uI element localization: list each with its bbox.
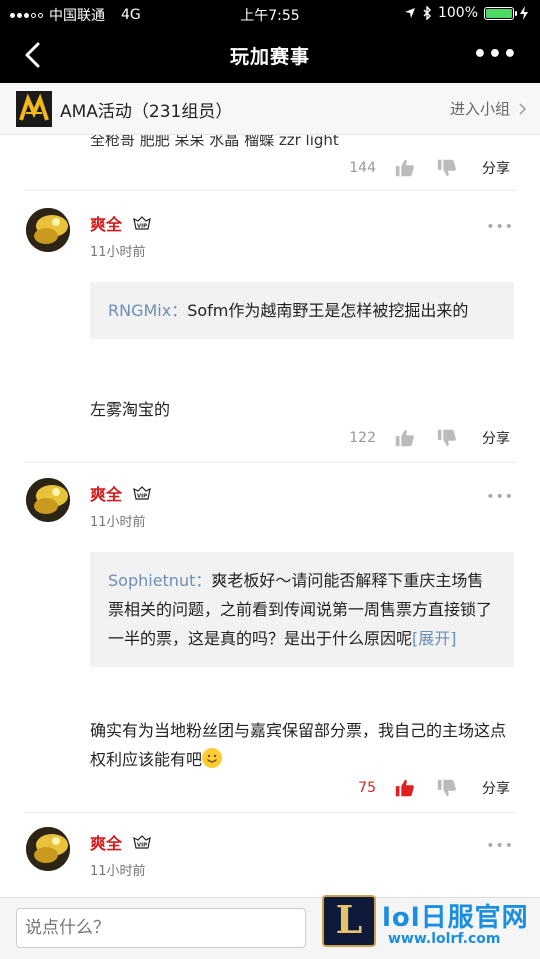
comment-more-icon[interactable]: ••• xyxy=(486,219,514,235)
chevron-right-icon xyxy=(519,102,526,115)
username[interactable]: 爽全 xyxy=(90,830,122,854)
join-group-label: 进入小组 xyxy=(449,100,510,118)
avatar[interactable] xyxy=(26,208,70,252)
watermark: L lol日服官网 www.lolrf.com xyxy=(322,893,540,959)
like-count: 122 xyxy=(349,430,376,446)
thumb-down-icon[interactable] xyxy=(436,157,458,179)
reply-text: 左雾淘宝的 xyxy=(90,400,171,419)
quote-text: Sofm作为越南野王是怎样被挖掘出来的 xyxy=(187,301,469,320)
watermark-title: lol日服官网 xyxy=(382,903,529,933)
battery-icon xyxy=(484,6,517,20)
thumb-down-icon[interactable] xyxy=(436,777,458,799)
action-row: 122 分享 xyxy=(340,425,510,451)
reply-text: 确实有为当地粉丝团与嘉宾保留部分票，我自己的主场这点权利应该能有吧 xyxy=(90,716,520,774)
battery-label: 100% xyxy=(437,5,478,21)
location-icon xyxy=(404,8,415,18)
comment-time: 11小时前 xyxy=(90,515,146,530)
reply-text-content: 确实有为当地粉丝团与嘉宾保留部分票，我自己的主场这点权利应该能有吧 xyxy=(90,721,507,769)
thumb-up-icon[interactable] xyxy=(394,157,416,179)
comment-item: 爽全 VIP ••• 11小时前 RNGMix：Sofm作为越南野王是怎样被挖掘… xyxy=(0,191,540,451)
charging-icon xyxy=(520,6,528,20)
watermark-url: www.lolrf.com xyxy=(388,931,501,947)
action-row: 144 分享 xyxy=(340,155,510,181)
avatar[interactable] xyxy=(26,827,70,871)
quote-username[interactable]: Sophietnut： xyxy=(108,571,211,590)
share-button[interactable]: 分享 xyxy=(482,778,510,798)
group-bar[interactable]: AMA活动（231组员） 进入小组 xyxy=(0,83,540,135)
expand-link[interactable]: [展开] xyxy=(412,629,457,648)
quoted-question: Sophietnut：爽老板好～请问能否解释下重庆主场售票相关的问题，之前看到传… xyxy=(90,552,514,667)
more-icon[interactable]: ••• xyxy=(473,42,518,67)
group-name: AMA活动（231组员） xyxy=(60,102,233,122)
status-bar: 中国联通 4G 上午7:55 100% xyxy=(0,0,540,28)
comment-item: 爽全 VIP ••• 11小时前 Sophietnut：爽老板好～请问能否解释下… xyxy=(0,463,540,803)
username[interactable]: 爽全 xyxy=(90,211,122,235)
avatar[interactable] xyxy=(26,478,70,522)
join-group-link[interactable]: 进入小组 xyxy=(450,98,526,119)
share-button[interactable]: 分享 xyxy=(482,428,510,448)
vip-label: VIP xyxy=(137,843,147,849)
nav-bar: 玩加赛事 ••• xyxy=(0,28,540,83)
thumb-down-icon[interactable] xyxy=(436,427,458,449)
quoted-question: RNGMix：Sofm作为越南野王是怎样被挖掘出来的 xyxy=(90,282,514,339)
vip-icon: VIP xyxy=(133,216,151,230)
group-logo-icon xyxy=(16,91,52,127)
share-button[interactable]: 分享 xyxy=(482,158,510,178)
comment-item: 爽全 VIP ••• 11小时前 xyxy=(0,813,540,897)
page-title: 玩加赛事 xyxy=(229,46,310,68)
vip-label: VIP xyxy=(137,224,147,230)
comment-feed[interactable]: 全枪哥 肥肥 呆呆 水晶 榴蝶 zzr light 144 分享 爽全 VIP … xyxy=(0,135,540,897)
comment-more-icon[interactable]: ••• xyxy=(486,489,514,505)
lol-logo: L xyxy=(322,895,376,947)
vip-label: VIP xyxy=(137,494,147,500)
comment-more-icon[interactable]: ••• xyxy=(486,838,514,854)
like-count: 75 xyxy=(358,780,376,796)
smile-emoji-icon xyxy=(202,748,223,768)
cut-off-text: 全枪哥 肥肥 呆呆 水晶 榴蝶 zzr light xyxy=(90,135,339,149)
quote-username[interactable]: RNGMix： xyxy=(108,301,187,320)
thumb-up-icon[interactable] xyxy=(394,777,416,799)
like-count: 144 xyxy=(349,160,376,176)
vip-icon: VIP xyxy=(133,835,151,849)
bluetooth-icon xyxy=(423,6,431,20)
comment-time: 11小时前 xyxy=(90,864,146,879)
thumb-up-icon[interactable] xyxy=(394,427,416,449)
comment-input[interactable] xyxy=(16,908,306,948)
action-row: 75 分享 xyxy=(340,775,510,801)
comment-time: 11小时前 xyxy=(90,245,146,260)
vip-icon: VIP xyxy=(133,486,151,500)
username[interactable]: 爽全 xyxy=(90,481,122,505)
